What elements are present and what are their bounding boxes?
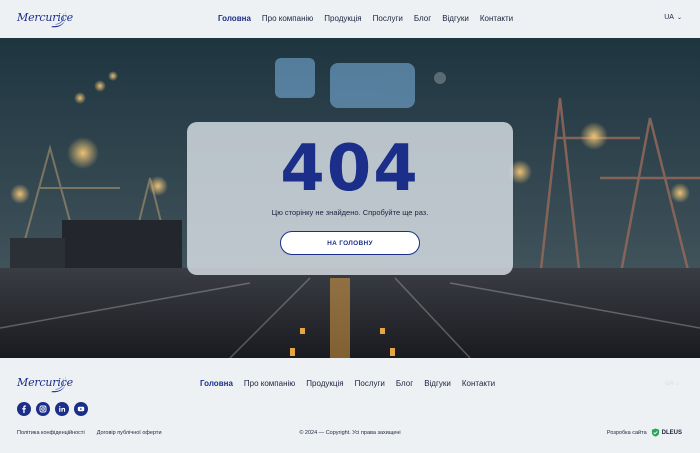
developer-brand-label: DLEUS <box>661 429 682 436</box>
error-message: Цю сторінку не знайдено. Спробуйте ще ра… <box>271 208 429 217</box>
footer-nav-item-reviews[interactable]: Відгуки <box>424 379 451 388</box>
nav-item-products[interactable]: Продукція <box>324 14 361 23</box>
go-home-button[interactable]: НА ГОЛОВНУ <box>280 231 420 255</box>
chevron-down-icon: ⌄ <box>676 15 682 21</box>
youtube-icon[interactable] <box>74 402 88 416</box>
developer-credit[interactable]: Розробка сайта DLEUS <box>607 428 682 437</box>
nav-item-reviews[interactable]: Відгуки <box>442 14 469 23</box>
language-label: UA <box>664 14 674 21</box>
footer-nav: Головна Про компанію Продукція Послуги Б… <box>200 379 506 388</box>
footer-nav-item-services[interactable]: Послуги <box>355 379 385 388</box>
language-selector[interactable]: UA ⌄ <box>664 14 682 21</box>
nav-item-blog[interactable]: Блог <box>414 14 431 23</box>
error-card: 404 Цю сторінку не знайдено. Спробуйте щ… <box>187 122 513 275</box>
nav-item-about[interactable]: Про компанію <box>262 14 313 23</box>
error-code: 404 <box>280 132 420 206</box>
linkedin-icon[interactable] <box>55 402 69 416</box>
footer-nav-item-blog[interactable]: Блог <box>396 379 413 388</box>
facebook-icon[interactable] <box>17 402 31 416</box>
nav-item-contacts[interactable]: Контакти <box>480 14 513 23</box>
footer-nav-item-home[interactable]: Головна <box>200 379 233 388</box>
logo-swoosh-icon <box>51 11 67 28</box>
footer-nav-item-contacts[interactable]: Контакти <box>462 379 495 388</box>
footer-nav-item-products[interactable]: Продукція <box>306 379 343 388</box>
developer-label: Розробка сайта <box>606 429 647 436</box>
developer-brand: DLEUS <box>651 428 682 437</box>
footer-language-selector[interactable]: UA ⌄ <box>665 380 680 387</box>
shield-icon <box>651 428 659 437</box>
nav-item-home[interactable]: Головна <box>218 14 251 23</box>
footer-language-label: UA <box>665 381 674 387</box>
copyright-text: © 2024 — Copyright. Усі права захищені <box>299 430 401 436</box>
nav-item-services[interactable]: Послуги <box>373 14 403 23</box>
site-logo[interactable]: Mercurice <box>17 7 73 31</box>
social-links <box>17 402 88 416</box>
logo-swoosh-icon <box>51 376 67 393</box>
site-footer: Mercurice Головна Про компанію Продукція… <box>0 358 700 453</box>
instagram-icon[interactable] <box>36 402 50 416</box>
footer-nav-item-about[interactable]: Про компанію <box>244 379 295 388</box>
footer-logo[interactable]: Mercurice <box>17 372 73 396</box>
main-nav: Головна Про компанію Продукція Послуги Б… <box>218 14 524 23</box>
site-header: Mercurice Головна Про компанію Продукція… <box>0 0 700 38</box>
hero-section: 404 Цю сторінку не знайдено. Спробуйте щ… <box>0 38 700 358</box>
